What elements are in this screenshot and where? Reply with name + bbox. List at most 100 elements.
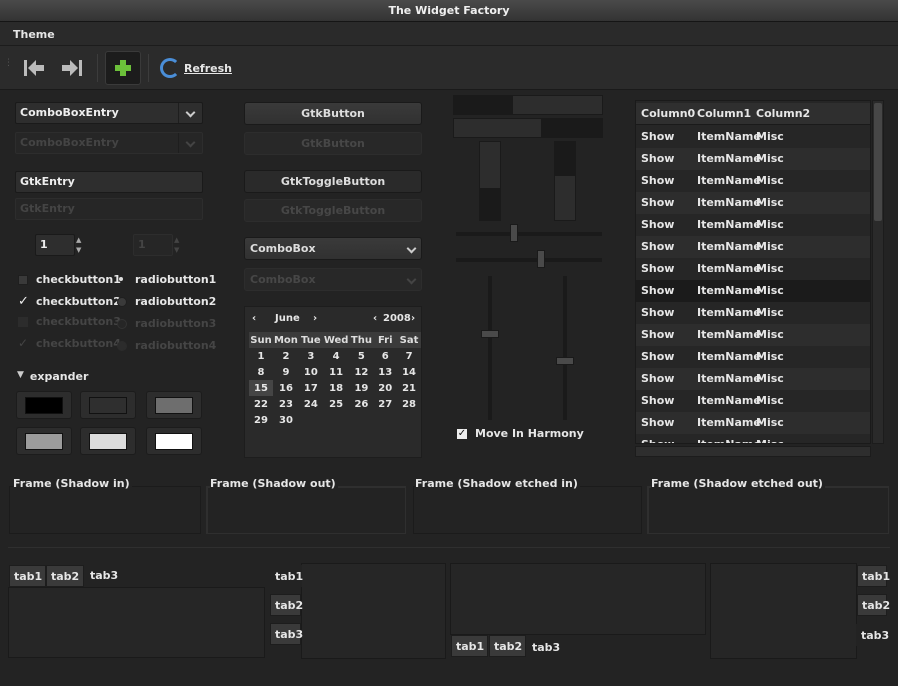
color-swatch-lightgray[interactable] [80, 427, 136, 455]
calendar-day[interactable]: 12 [349, 364, 373, 380]
calendar-day[interactable]: 29 [249, 412, 273, 428]
color-swatch-black[interactable] [16, 391, 72, 419]
tree-row[interactable]: Show ItemNameMisc [636, 324, 870, 346]
prev-month-icon[interactable]: ‹ [252, 313, 256, 324]
tree-row[interactable]: Show ItemNameMisc [636, 280, 870, 302]
expander[interactable]: ▼ expander [17, 370, 88, 383]
vscale-1-trough[interactable] [488, 276, 492, 420]
color-swatch-darkgray[interactable] [80, 391, 136, 419]
tree-row[interactable]: Show ItemNameMisc [636, 434, 870, 443]
calendar-day[interactable]: 13 [373, 364, 397, 380]
notebook-bottom-tab1[interactable]: tab1 [451, 635, 488, 657]
calendar-day[interactable]: 3 [299, 348, 323, 364]
notebook-right-tab3[interactable]: tab3 [856, 624, 889, 646]
spin-button[interactable]: 1 [35, 234, 75, 256]
calendar-day[interactable]: 15 [249, 380, 273, 396]
combobox-entry-text[interactable]: ComboBoxEntry [20, 103, 178, 123]
calendar-day[interactable]: 24 [299, 396, 323, 412]
tree-row[interactable]: Show ItemNameMisc [636, 258, 870, 280]
notebook-bottom-tab3[interactable]: tab3 [527, 636, 564, 658]
next-year-icon[interactable]: › [411, 313, 415, 324]
tree-row[interactable]: Show ItemNameMisc [636, 214, 870, 236]
tree-horizontal-scrollbar[interactable] [635, 446, 871, 457]
hscale-1-trough[interactable] [456, 232, 602, 236]
radiobutton1[interactable]: radiobutton1 [117, 273, 216, 286]
calendar-day[interactable]: 25 [323, 396, 350, 412]
checkbutton1[interactable]: checkbutton1 [18, 273, 121, 286]
checkbutton2[interactable]: ✓ checkbutton2 [18, 294, 121, 309]
color-swatch-silver[interactable] [16, 427, 72, 455]
hscale-1-slider[interactable] [510, 224, 518, 242]
notebook-right-tab2[interactable]: tab2 [857, 594, 890, 616]
calendar-day[interactable]: 5 [349, 348, 373, 364]
tree-row[interactable]: Show ItemNameMisc [636, 390, 870, 412]
move-in-harmony-checkbox[interactable]: ✓ Move In Harmony [457, 427, 584, 440]
calendar-day[interactable]: 2 [273, 348, 299, 364]
notebook-top-tab3[interactable]: tab3 [85, 564, 123, 586]
calendar[interactable]: ‹ June › ‹ 2008 › Sun Mon Tue Wed Thu Fri Sat … [244, 306, 422, 458]
tree-row[interactable]: Show ItemNameMisc [636, 126, 870, 148]
calendar-day[interactable]: 22 [249, 396, 273, 412]
tree-view[interactable]: Column0 Column1 Column2 Show ItemName Misc Sho… [635, 100, 871, 444]
calendar-day[interactable]: 16 [273, 380, 299, 396]
calendar-day[interactable]: 18 [323, 380, 350, 396]
calendar-day[interactable]: 1 [249, 348, 273, 364]
vscale-2-slider[interactable] [556, 357, 574, 365]
hscale-2-slider[interactable] [537, 250, 545, 268]
next-month-icon[interactable]: › [313, 313, 317, 324]
calendar-day[interactable]: 27 [373, 396, 397, 412]
combobox-entry[interactable]: ComboBoxEntry [15, 102, 203, 124]
tree-row[interactable]: Show ItemNameMisc [636, 170, 870, 192]
tree-vertical-scrollbar[interactable] [872, 100, 884, 444]
calendar-day[interactable]: 21 [397, 380, 421, 396]
calendar-day[interactable]: 20 [373, 380, 397, 396]
notebook-left-tab1[interactable]: tab1 [270, 565, 303, 587]
calendar-day[interactable]: 4 [323, 348, 350, 364]
calendar-day[interactable]: 7 [397, 348, 421, 364]
gtk-entry[interactable]: GtkEntry [15, 171, 203, 193]
spin-arrows-icon[interactable]: ▲ ▼ [76, 235, 81, 255]
notebook-left-tab2[interactable]: tab2 [270, 594, 303, 616]
calendar-day[interactable]: 19 [349, 380, 373, 396]
tree-row[interactable]: Show ItemNameMisc [636, 346, 870, 368]
menu-theme[interactable]: Theme [13, 28, 55, 41]
goto-first-button[interactable] [16, 51, 52, 85]
tree-row[interactable]: Show ItemNameMisc [636, 368, 870, 390]
chevron-down-icon[interactable] [178, 103, 202, 123]
calendar-day[interactable]: 6 [373, 348, 397, 364]
calendar-day[interactable]: 17 [299, 380, 323, 396]
radiobutton2[interactable]: radiobutton2 [117, 295, 216, 308]
add-button[interactable] [105, 51, 141, 85]
toolbar-grip-icon[interactable]: ⋮ [4, 59, 13, 68]
combobox[interactable]: ComboBox [244, 237, 422, 260]
tree-column-header[interactable]: Column0 [641, 103, 695, 125]
gtk-button[interactable]: GtkButton [244, 102, 422, 125]
calendar-day[interactable]: 11 [323, 364, 350, 380]
vscale-2-trough[interactable] [563, 276, 567, 420]
notebook-left-tab3[interactable]: tab3 [270, 623, 303, 645]
color-swatch-gray[interactable] [146, 391, 202, 419]
calendar-day[interactable]: 14 [397, 364, 421, 380]
tree-column-header[interactable]: Column2 [756, 103, 810, 125]
scrollbar-thumb[interactable] [874, 103, 882, 221]
refresh-button[interactable]: Refresh [160, 58, 232, 78]
calendar-day[interactable]: 28 [397, 396, 421, 412]
calendar-day[interactable]: 10 [299, 364, 323, 380]
tree-row[interactable]: Show ItemNameMisc [636, 236, 870, 258]
vscale-1-slider[interactable] [481, 330, 499, 338]
goto-last-button[interactable] [54, 51, 90, 85]
calendar-grid[interactable]: Sun Mon Tue Wed Thu Fri Sat 1 2 3 4 5 6 7 8 9 10 11 12 13 1… [249, 332, 421, 428]
tree-header[interactable]: Column0 Column1 Column2 [636, 103, 870, 125]
hscale-2-trough[interactable] [456, 258, 602, 262]
tree-column-header[interactable]: Column1 [697, 103, 751, 125]
tree-row[interactable]: Show ItemNameMisc [636, 412, 870, 434]
prev-year-icon[interactable]: ‹ [373, 313, 377, 324]
notebook-right-tab1[interactable]: tab1 [857, 565, 890, 587]
calendar-day[interactable]: 30 [273, 412, 299, 428]
tree-row[interactable]: Show ItemNameMisc [636, 148, 870, 170]
tree-row[interactable]: Show ItemNameMisc [636, 302, 870, 324]
color-swatch-white[interactable] [146, 427, 202, 455]
notebook-top-tab1[interactable]: tab1 [9, 565, 46, 587]
calendar-day[interactable]: 23 [273, 396, 299, 412]
calendar-day[interactable]: 8 [249, 364, 273, 380]
